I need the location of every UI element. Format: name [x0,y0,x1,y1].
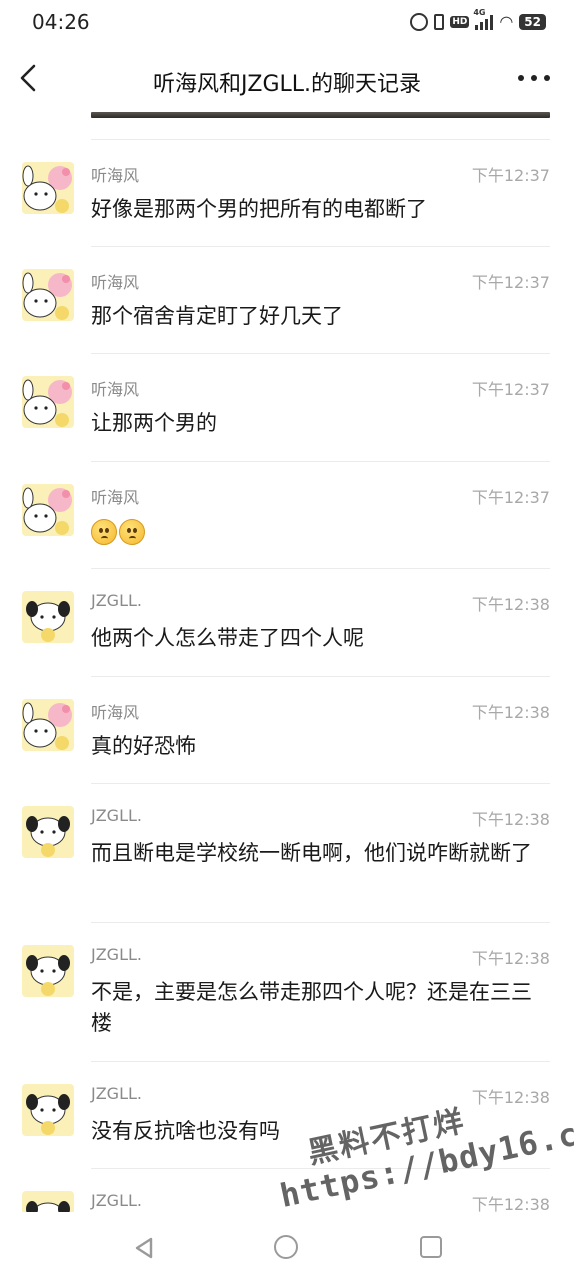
message-item[interactable]: JZGLL. 下午12:38 没有反抗啥也没有吗 [0,1062,574,1169]
pink-bunny-avatar-icon [22,487,72,535]
nav-back-icon [135,1237,153,1259]
status-time: 04:26 [32,10,90,34]
wifi-icon: ◠ [499,12,514,31]
message-time: 下午12:38 [471,1088,550,1107]
message-item[interactable]: 听海风 下午12:37 让那两个男的 [0,354,574,462]
white-puppy-avatar-icon [26,816,70,857]
sender-name: 听海风 [91,273,140,292]
message-item[interactable]: 听海风 下午12:37 [0,462,574,569]
message-text: 不是，主要是怎么带走那四个人呢？还是在三三楼 [91,980,532,1035]
message-text: 好像是那两个男的把所有的电都断了 [91,197,427,221]
avatar[interactable] [22,484,74,536]
message-time: 下午12:37 [471,273,550,292]
avatar[interactable] [22,269,74,321]
sender-name: JZGLL. [91,591,142,610]
message-time: 下午12:38 [471,810,550,829]
network-type: 4G [473,7,486,17]
sender-name: 听海风 [91,166,140,185]
message-text: 那个宿舍肯定盯了好几天了 [91,304,343,328]
message-time: 下午12:37 [471,166,550,185]
sender-name: JZGLL. [91,806,142,825]
avatar[interactable] [22,1084,74,1136]
white-puppy-avatar-icon [26,1094,70,1135]
status-icons: HD 4G ◠ 52 [410,8,546,31]
vibrate-icon [434,13,445,30]
message-text: 真的好恐怖 [91,734,196,758]
nav-back-button[interactable] [132,1236,156,1260]
navigation-bar [0,1212,574,1280]
white-puppy-avatar-icon [26,955,70,996]
nav-home-icon[interactable] [274,1235,298,1259]
pink-bunny-avatar-icon [22,379,72,427]
avatar[interactable] [22,945,74,997]
message-text: 而且断电是学校统一断电啊，他们说咋断就断了 [91,841,532,865]
pink-bunny-avatar-icon [22,702,72,750]
message-time: 下午12:37 [471,380,550,399]
title-bar: 听海风和JZGLL.的聊天记录 [0,44,574,116]
sender-name: 听海风 [91,703,140,722]
message-item[interactable]: JZGLL. 下午12:38 他两个人怎么带走了四个人呢 [0,569,574,677]
message-text: 没有反抗啥也没有吗 [91,1119,280,1143]
previous-message-image [91,112,550,118]
message-list[interactable]: 听海风 下午12:37 好像是那两个男的把所有的电都断了 听海风 下午12:37… [0,140,574,1243]
avatar[interactable] [22,806,74,858]
battery-icon: 52 [519,13,546,30]
message-time: 下午12:37 [471,488,550,507]
more-dots-icon [518,75,524,81]
message-item[interactable]: JZGLL. 下午12:38 不是，主要是怎么带走那四个人呢？还是在三三楼 [0,923,574,1062]
more-button[interactable] [518,66,550,90]
pink-bunny-avatar-icon [22,165,72,213]
message-time: 下午12:38 [471,595,550,614]
message-item[interactable]: JZGLL. 下午12:38 而且断电是学校统一断电啊，他们说咋断就断了 [0,784,574,923]
message-item[interactable]: 听海风 下午12:37 好像是那两个男的把所有的电都断了 [0,140,574,247]
message-item[interactable]: 听海风 下午12:37 那个宿舍肯定盯了好几天了 [0,247,574,354]
hd-icon: HD [450,15,470,28]
sad-face-emoji-icon [119,519,145,545]
message-emoji [91,516,541,547]
avatar[interactable] [22,162,74,214]
chat-title: 听海风和JZGLL.的聊天记录 [152,72,422,97]
message-text: 让那两个男的 [91,411,217,435]
white-puppy-avatar-icon [26,601,70,642]
sad-face-emoji-icon [91,519,117,545]
alarm-icon [410,12,429,31]
signal-icon: 4G [473,8,494,30]
nav-recent-icon[interactable] [420,1236,442,1258]
message-time: 下午12:38 [471,949,550,968]
sender-name: JZGLL. [91,1084,142,1103]
avatar[interactable] [22,591,74,643]
status-bar: 04:26 HD 4G ◠ 52 [0,0,574,44]
avatar[interactable] [22,699,74,751]
sender-name: JZGLL. [91,945,142,964]
sender-name: JZGLL. [91,1191,142,1210]
pink-bunny-avatar-icon [22,272,72,320]
message-time: 下午12:38 [471,703,550,722]
avatar[interactable] [22,376,74,428]
message-item[interactable]: 听海风 下午12:38 真的好恐怖 [0,677,574,784]
message-text: 他两个人怎么带走了四个人呢 [91,626,364,650]
sender-name: 听海风 [91,488,140,507]
sender-name: 听海风 [91,380,140,399]
